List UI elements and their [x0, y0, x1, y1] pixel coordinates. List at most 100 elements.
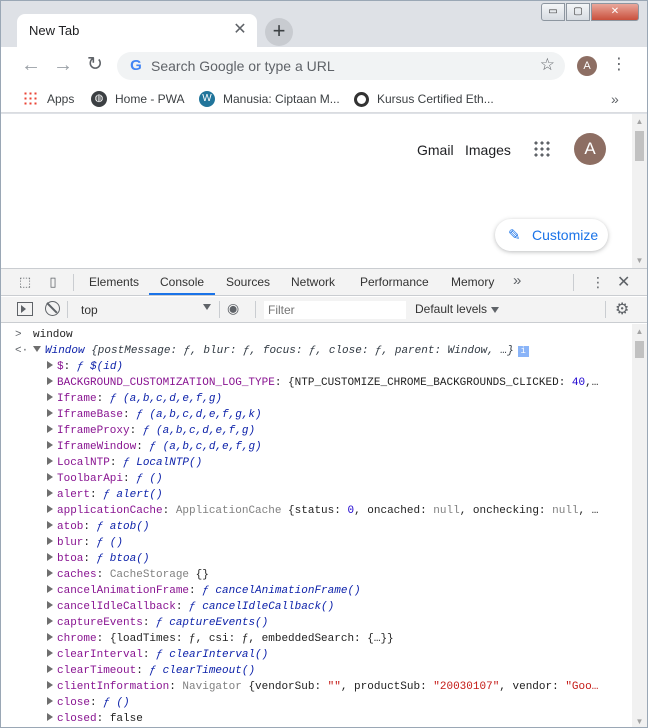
console-output[interactable]: > window <· Window {postMessage: ƒ, blur…	[1, 324, 632, 727]
property-row[interactable]: captureEvents: ƒ captureEvents()	[1, 615, 632, 631]
expand-triangle-icon[interactable]	[47, 633, 53, 641]
property-row[interactable]: IframeWindow: ƒ (a,b,c,d,e,f,g)	[1, 439, 632, 455]
property-row[interactable]: LocalNTP: ƒ LocalNTP()	[1, 455, 632, 471]
tab-elements[interactable]: Elements	[89, 275, 139, 289]
expand-triangle-icon[interactable]	[47, 505, 53, 513]
new-tab-button[interactable]: +	[265, 18, 293, 46]
property-row[interactable]: BACKGROUND_CUSTOMIZATION_LOG_TYPE: {NTP_…	[1, 375, 632, 391]
omnibox-input[interactable]	[151, 56, 531, 76]
expand-triangle-icon[interactable]	[47, 457, 53, 465]
expand-triangle-icon[interactable]	[47, 553, 53, 561]
tab-performance[interactable]: Performance	[360, 275, 429, 289]
bookmark-home-pwa[interactable]: ◍ Home - PWA	[91, 90, 185, 108]
live-expression-eye-icon[interactable]: ◉	[227, 300, 239, 317]
expand-triangle-icon[interactable]	[47, 473, 53, 481]
console-scrollbar[interactable]: ▲ ▼	[632, 324, 647, 727]
scroll-down-arrow-icon[interactable]: ▼	[632, 253, 647, 268]
device-toolbar-icon[interactable]: ▯	[45, 274, 61, 290]
console-result-line[interactable]: <· Window {postMessage: ƒ, blur: ƒ, focu…	[1, 343, 632, 359]
expand-triangle-icon[interactable]	[47, 377, 53, 385]
reload-icon[interactable]: ↻	[83, 54, 107, 78]
property-row[interactable]: $: ƒ $(id)	[1, 359, 632, 375]
property-row[interactable]: blur: ƒ ()	[1, 535, 632, 551]
property-row[interactable]: applicationCache: ApplicationCache {stat…	[1, 503, 632, 519]
expand-triangle-icon[interactable]	[47, 649, 53, 657]
tab-new-tab[interactable]: New Tab ✕	[17, 14, 257, 47]
property-row[interactable]: IframeBase: ƒ (a,b,c,d,e,f,g,k)	[1, 407, 632, 423]
clear-console-icon[interactable]	[45, 301, 60, 316]
bookmark-star-icon[interactable]: ☆	[540, 55, 555, 75]
context-selector[interactable]: top	[75, 300, 215, 319]
property-row[interactable]: clientInformation: Navigator {vendorSub:…	[1, 679, 632, 695]
property-row[interactable]: chrome: {loadTimes: ƒ, csi: ƒ, embeddedS…	[1, 631, 632, 647]
profile-avatar[interactable]: A	[577, 56, 597, 76]
property-row[interactable]: clearTimeout: ƒ clearTimeout()	[1, 663, 632, 679]
log-levels-dropdown[interactable]: Default levels	[415, 302, 500, 316]
expand-triangle-icon[interactable]	[47, 393, 53, 401]
expand-triangle-icon[interactable]	[47, 681, 53, 689]
scrollbar-thumb[interactable]	[635, 341, 644, 358]
account-avatar[interactable]: A	[574, 133, 606, 165]
property-row[interactable]: Iframe: ƒ (a,b,c,d,e,f,g)	[1, 391, 632, 407]
expand-triangle-icon[interactable]	[47, 361, 53, 369]
expand-triangle-icon[interactable]	[47, 489, 53, 497]
expand-triangle-icon[interactable]	[47, 665, 53, 673]
scrollbar-thumb[interactable]	[635, 131, 644, 161]
images-link[interactable]: Images	[465, 142, 511, 158]
minimize-button[interactable]: ▭	[541, 3, 565, 21]
expand-triangle-icon[interactable]	[47, 537, 53, 545]
more-tabs-icon[interactable]: »	[513, 272, 521, 289]
scroll-up-arrow-icon[interactable]: ▲	[632, 324, 647, 339]
expand-triangle-icon[interactable]	[47, 569, 53, 577]
scroll-down-arrow-icon[interactable]: ▼	[632, 714, 647, 727]
property-row[interactable]: closed: false	[1, 711, 632, 727]
property-row[interactable]: cancelAnimationFrame: ƒ cancelAnimationF…	[1, 583, 632, 599]
devtools-menu-icon[interactable]: ⋮	[591, 274, 605, 291]
browser-menu-icon[interactable]: ⋮	[611, 55, 627, 75]
expand-triangle-icon[interactable]	[47, 617, 53, 625]
google-apps-icon[interactable]	[533, 140, 551, 158]
tab-network[interactable]: Network	[291, 275, 335, 289]
devtools-close-icon[interactable]: ✕	[617, 272, 630, 292]
bookmark-apps[interactable]: Apps	[23, 90, 74, 108]
collapse-triangle-icon[interactable]	[33, 346, 41, 352]
bookmark-kursus[interactable]: Kursus Certified Eth...	[354, 90, 494, 108]
expand-triangle-icon[interactable]	[47, 601, 53, 609]
expand-triangle-icon[interactable]	[47, 697, 53, 705]
inspect-element-icon[interactable]: ⬚	[17, 274, 33, 290]
expand-triangle-icon[interactable]	[47, 425, 53, 433]
forward-arrow-icon[interactable]: →	[51, 54, 75, 78]
property-row[interactable]: IframeProxy: ƒ (a,b,c,d,e,f,g)	[1, 423, 632, 439]
expand-triangle-icon[interactable]	[47, 441, 53, 449]
scroll-up-arrow-icon[interactable]: ▲	[632, 114, 647, 129]
console-settings-gear-icon[interactable]: ⚙	[615, 299, 629, 319]
property-row[interactable]: cancelIdleCallback: ƒ cancelIdleCallback…	[1, 599, 632, 615]
expand-triangle-icon[interactable]	[47, 521, 53, 529]
back-arrow-icon[interactable]: ←	[19, 54, 43, 78]
tab-sources[interactable]: Sources	[226, 275, 270, 289]
expand-triangle-icon[interactable]	[47, 585, 53, 593]
page-scrollbar[interactable]: ▲ ▼	[632, 114, 647, 268]
info-icon[interactable]: i	[517, 346, 529, 357]
customize-button[interactable]: ✎ Customize	[495, 219, 608, 251]
property-row[interactable]: close: ƒ ()	[1, 695, 632, 711]
property-row[interactable]: ToolbarApi: ƒ ()	[1, 471, 632, 487]
gmail-link[interactable]: Gmail	[417, 142, 454, 158]
tab-close-icon[interactable]: ✕	[231, 21, 249, 39]
property-row[interactable]: caches: CacheStorage {}	[1, 567, 632, 583]
expand-triangle-icon[interactable]	[47, 409, 53, 417]
omnibox[interactable]: G ☆	[117, 52, 565, 80]
console-filter-input[interactable]	[263, 300, 407, 320]
console-sidebar-icon[interactable]	[17, 302, 33, 316]
maximize-button[interactable]: ▢	[566, 3, 590, 21]
property-row[interactable]: alert: ƒ alert()	[1, 487, 632, 503]
bookmarks-overflow-icon[interactable]: »	[611, 90, 619, 108]
tab-console[interactable]: Console	[160, 275, 204, 289]
property-row[interactable]: clearInterval: ƒ clearInterval()	[1, 647, 632, 663]
property-row[interactable]: btoa: ƒ btoa()	[1, 551, 632, 567]
window-close-button[interactable]: ✕	[591, 3, 639, 21]
tab-memory[interactable]: Memory	[451, 275, 494, 289]
bookmark-manusia[interactable]: W Manusia: Ciptaan M...	[199, 90, 340, 108]
property-row[interactable]: atob: ƒ atob()	[1, 519, 632, 535]
expand-triangle-icon[interactable]	[47, 713, 53, 721]
